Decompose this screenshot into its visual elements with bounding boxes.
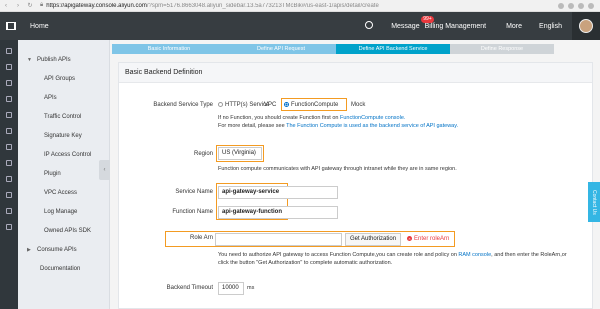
app-topbar: Home Message 99+ Billing Management More… — [0, 12, 600, 40]
menu-icon[interactable] — [588, 2, 594, 9]
radio-icon — [284, 102, 289, 107]
radio-label: VPC — [264, 102, 277, 108]
get-authorization-button[interactable]: Get Authorization — [345, 233, 402, 246]
billing-management-link[interactable]: Billing Management — [425, 23, 486, 30]
auth-note-1: You need to authorize API gateway to acc… — [218, 252, 567, 258]
monitor-icon[interactable] — [6, 144, 12, 150]
url-path: /?spm=5176.8663048.aliyun_sidebar.13.5a7… — [146, 2, 379, 9]
back-icon[interactable]: ‹ — [0, 3, 12, 9]
database-icon[interactable] — [6, 96, 12, 102]
note-text: , and then enter the RoleArn,or — [491, 252, 567, 258]
service-name-label: Service Name — [175, 189, 213, 195]
step-basic-information: Basic Information — [112, 44, 226, 54]
backend-type-label: Backend Service Type — [153, 102, 213, 108]
step-define-backend-service: Define API Backend Service — [336, 44, 450, 54]
sidebar-item-label: Publish APIs — [37, 57, 71, 63]
url-field[interactable]: https://apigateway.console.aliyun.com/?s… — [46, 3, 379, 9]
fc-note-2: For more detail, please see The Function… — [218, 123, 458, 129]
extension-icon[interactable] — [578, 2, 584, 9]
gear-icon[interactable] — [6, 64, 12, 70]
code-icon[interactable] — [6, 224, 12, 230]
message-badge: 99+ — [421, 15, 434, 23]
cloud-icon[interactable] — [6, 112, 12, 118]
step-define-response: Define Response — [450, 44, 554, 54]
browser-address-bar: ‹ › ↻ 🔒︎ https://apigateway.console.aliy… — [0, 0, 600, 12]
radio-label: Mock — [351, 102, 366, 108]
language-switch[interactable]: English — [539, 23, 562, 30]
cube-icon[interactable] — [6, 80, 12, 86]
error-text: Enter roleArn — [414, 236, 450, 243]
function-name-label: Function Name — [172, 209, 213, 215]
user-menu[interactable] — [572, 12, 600, 40]
sidebar-collapse-toggle[interactable]: ‹ — [99, 160, 110, 180]
storage-icon[interactable] — [6, 176, 12, 182]
region-label: Region — [193, 151, 213, 157]
extension-icon[interactable] — [568, 2, 574, 9]
role-arn-input[interactable] — [215, 233, 342, 246]
chart-icon[interactable] — [6, 208, 12, 214]
panel-title: Basic Backend Definition — [119, 63, 592, 83]
note-text: If no Function, you should create Functi… — [218, 115, 340, 121]
sidebar-item-label: Consume APIs — [37, 247, 77, 253]
server-icon[interactable] — [6, 192, 12, 198]
forward-icon[interactable]: › — [12, 3, 24, 9]
avatar — [579, 19, 593, 33]
fc-note-1: If no Function, you should create Functi… — [218, 115, 405, 121]
backend-timeout-label: Backend Timeout — [166, 285, 213, 291]
reload-icon[interactable]: ↻ — [24, 2, 36, 9]
ram-console-link[interactable]: RAM console — [458, 252, 491, 258]
radio-vpc[interactable]: VPC — [264, 102, 276, 108]
url-host: https://apigateway.console.aliyun.com — [46, 2, 147, 9]
more-menu[interactable]: More — [506, 23, 522, 30]
bookmark-icon[interactable] — [558, 2, 564, 9]
aliyun-logo[interactable] — [0, 22, 22, 30]
error-icon: × — [407, 236, 412, 241]
fc-console-link[interactable]: FunctionCompute console. — [340, 115, 405, 121]
note-text: You need to authorize API gateway to acc… — [218, 252, 459, 258]
network-icon[interactable] — [6, 128, 12, 134]
home-link[interactable]: Home — [30, 23, 49, 30]
search-icon[interactable] — [365, 21, 373, 29]
backend-definition-panel: Basic Backend Definition Backend Service… — [118, 62, 593, 309]
role-arn-label: Role Arn — [189, 235, 213, 241]
auth-note-2: click the button "Get Authorization" to … — [218, 260, 393, 266]
service-name-input[interactable]: api-gateway-service — [218, 186, 338, 199]
main-content: Basic Information Define API Request Def… — [110, 40, 600, 309]
message-link[interactable]: Message 99+ — [391, 15, 434, 30]
lock-icon: 🔒︎ — [40, 2, 44, 8]
product-icon-rail — [0, 40, 18, 309]
backend-timeout-input[interactable]: 10000 — [218, 282, 244, 295]
chevron-right-icon: ▶ — [27, 247, 31, 253]
chevron-left-icon: ‹ — [103, 167, 106, 173]
region-note: Function compute communicates with API g… — [218, 166, 457, 172]
radio-function-compute[interactable]: FunctionCompute — [284, 102, 338, 108]
radio-label: FunctionCompute — [291, 102, 339, 109]
step-define-api-request: Define API Request — [226, 44, 336, 54]
radio-http-service[interactable]: HTTP(s) Service — [218, 102, 269, 108]
timeout-unit: ms — [247, 285, 255, 291]
fc-doc-link[interactable]: The Function Compute is used as the back… — [286, 123, 458, 129]
wizard-steps: Basic Information Define API Request Def… — [112, 44, 554, 54]
menu-icon[interactable] — [6, 48, 12, 54]
contact-us-tab[interactable]: Contact Us — [588, 182, 600, 222]
note-text: For more detail, please see — [218, 123, 287, 129]
shield-icon[interactable] — [6, 160, 12, 166]
function-name-input[interactable]: api-gateway-function — [218, 206, 338, 219]
radio-mock[interactable]: Mock — [351, 102, 365, 108]
radio-icon — [218, 102, 223, 107]
chevron-down-icon: ▼ — [27, 57, 32, 63]
radio-label: HTTP(s) Service — [225, 102, 270, 109]
role-arn-error: × Enter roleArn — [407, 236, 449, 242]
highlight-box — [216, 145, 264, 162]
api-gateway-sidebar: ▼ Publish APIs API Groups APIs Traffic C… — [18, 40, 110, 309]
message-label: Message — [391, 22, 420, 30]
